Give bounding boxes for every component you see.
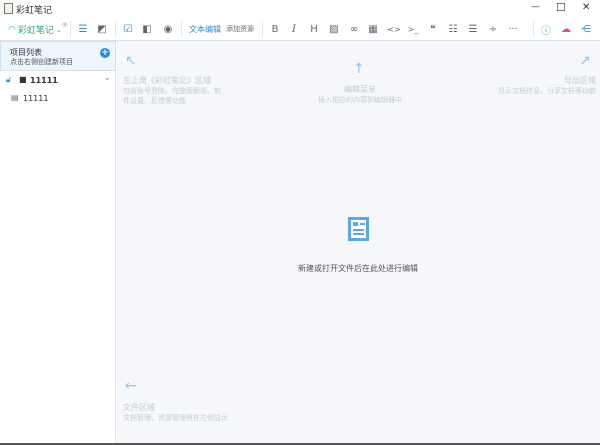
code-icon[interactable]: <>	[387, 22, 401, 36]
editor-area: ↖ 左上角《彩虹笔记》区域 包含账号登陆、完整版解锁、软 件设置、反馈等功能 ↑…	[117, 41, 600, 443]
arrow-left-icon: ←	[125, 378, 137, 394]
hint-title: 文件区域	[123, 403, 155, 412]
unlock-icon: 🔓︎	[6, 75, 12, 84]
arrow-up-left-icon: ↖	[125, 53, 137, 69]
bottom-left-hint: 文件区域 文档管理、资源管理将在左侧显示	[123, 403, 228, 423]
hint-desc: 文档管理、资源管理将在左侧显示	[123, 414, 228, 422]
top-center-hint: 编辑菜单 插入相应的内容到编辑器中	[300, 85, 420, 105]
table-icon[interactable]: ▦	[366, 22, 380, 36]
sidebar: 项目列表 点击右侧创建新项目 + 🔓︎ ■ 11111 ⌄ ▤ 11111	[0, 41, 116, 443]
window-title: 彩虹笔记	[16, 6, 53, 16]
tree-item-label: 11111	[23, 94, 49, 103]
italic-icon[interactable]: I	[287, 22, 301, 36]
hint-title: 导出区域	[564, 76, 596, 85]
rainbow-icon: ◠	[8, 24, 16, 35]
more-icon[interactable]: ···	[506, 22, 520, 36]
share-icon[interactable]: ⋲	[579, 22, 593, 36]
edit-icon[interactable]: ☑	[121, 22, 135, 36]
close-button[interactable]: ✕	[582, 2, 590, 13]
minimize-button[interactable]: —	[531, 2, 540, 12]
hint-desc: 显示文档信息，分享文档等功能	[498, 87, 596, 95]
info-icon[interactable]: ⓘ	[539, 22, 553, 37]
brand-label: 彩虹笔记	[17, 26, 54, 36]
arrow-up-right-icon: ↗	[579, 53, 591, 69]
hint-title: 左上角《彩虹笔记》区域	[123, 76, 211, 85]
split-view-icon[interactable]: ◧	[140, 22, 154, 36]
badge-icon: ®	[61, 22, 68, 29]
hint-title: 编辑菜单	[344, 85, 376, 94]
document-icon	[348, 217, 369, 241]
list-view-icon[interactable]: ☰	[76, 22, 90, 36]
unordered-list-icon[interactable]: ☰	[466, 22, 480, 36]
cloud-upload-icon[interactable]: ☁	[559, 22, 573, 36]
divide-icon[interactable]: ÷	[486, 22, 500, 36]
ordered-list-icon[interactable]: ☷	[446, 22, 460, 36]
chevron-down-icon[interactable]: ⌄	[104, 73, 111, 82]
project-list-subtitle: 点击右侧创建新项目	[10, 58, 73, 66]
tree-item-project[interactable]: 🔓︎ ■ 11111 ⌄	[0, 72, 116, 90]
quote-icon[interactable]: ❝	[426, 22, 440, 36]
image-icon[interactable]: ▨	[327, 22, 341, 36]
text-edit-tab[interactable]: 文本编辑	[189, 24, 221, 35]
document-icon: ▤	[11, 93, 19, 102]
brand-menu[interactable]: ◠ 彩虹笔记 ⌄ ®	[8, 22, 68, 36]
add-resource-tab[interactable]: 添加资源	[226, 24, 254, 34]
toolbar: ◠ 彩虹笔记 ⌄ ® ☰ ◩ ☑ ◧ ◉ 文本编辑 添加资源 B I H ▨ ∞…	[0, 18, 600, 41]
link-icon[interactable]: ∞	[347, 22, 361, 36]
terminal-icon[interactable]: >_	[406, 22, 420, 36]
arrow-up-icon: ↑	[353, 61, 365, 77]
app-icon	[4, 3, 13, 14]
empty-state-text: 新建或打开文件后在此处进行编辑	[298, 264, 418, 273]
preview-icon[interactable]: ◉	[161, 22, 175, 36]
heading-icon[interactable]: H	[307, 22, 321, 36]
top-right-hint: 导出区域 显示文档信息，分享文档等功能	[498, 76, 596, 96]
tree-item-label: 11111	[30, 76, 58, 85]
add-project-button[interactable]: +	[100, 48, 110, 58]
hint-desc: 插入相应的内容到编辑器中	[318, 96, 402, 104]
toggle-panel-icon[interactable]: ◩	[95, 22, 109, 36]
title-bar: 彩虹笔记 — ☐ ✕	[0, 0, 600, 18]
top-left-hint: 左上角《彩虹笔记》区域 包含账号登陆、完整版解锁、软 件设置、反馈等功能	[123, 76, 221, 106]
notebook-icon: ■	[19, 75, 27, 84]
hint-desc: 件设置、反馈等功能	[123, 97, 186, 105]
tree-item-file[interactable]: ▤ 11111	[0, 90, 116, 108]
hint-desc: 包含账号登陆、完整版解锁、软	[123, 87, 221, 95]
bold-icon[interactable]: B	[268, 22, 282, 36]
maximize-button[interactable]: ☐	[556, 1, 566, 14]
project-list-header: 项目列表 点击右侧创建新项目 +	[0, 41, 116, 71]
